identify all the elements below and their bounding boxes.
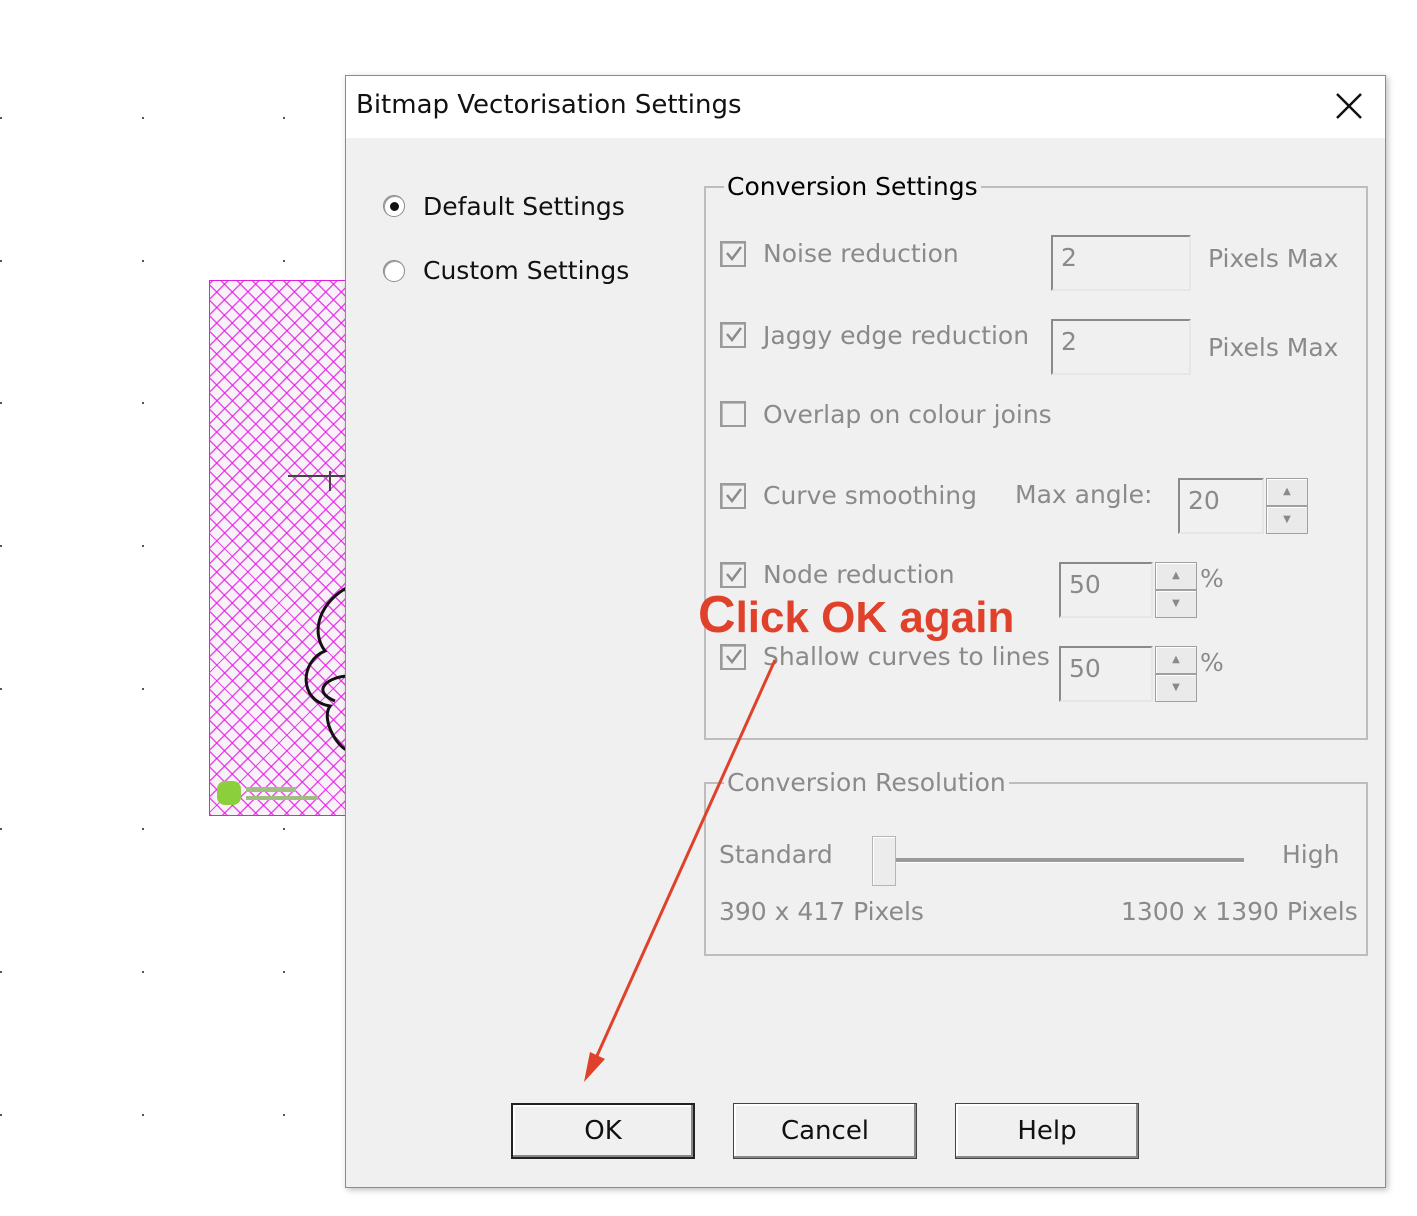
shallow-curves-label: Shallow curves to lines — [763, 642, 1050, 671]
spin-up-icon[interactable]: ▲ — [1266, 478, 1308, 506]
grid-dot — [0, 402, 2, 404]
grid-dot — [0, 260, 2, 262]
spin-up-icon[interactable]: ▲ — [1155, 562, 1197, 590]
grid-dot — [142, 260, 144, 262]
ok-button[interactable]: OK — [511, 1103, 695, 1159]
max-angle-spinner[interactable]: ▲ ▼ — [1266, 478, 1308, 534]
grid-dot — [283, 117, 285, 119]
curve-smoothing-checkbox[interactable] — [720, 483, 746, 509]
cancel-button[interactable]: Cancel — [733, 1103, 917, 1159]
spin-up-icon[interactable]: ▲ — [1155, 646, 1197, 674]
conversion-settings-legend: Conversion Settings — [724, 172, 981, 201]
annotation-text-first-letter: C — [698, 586, 736, 644]
resolution-standard-label: Standard — [719, 840, 833, 869]
grid-dot — [142, 402, 144, 404]
noise-reduction-unit: Pixels Max — [1208, 244, 1339, 273]
bitmap-drawing — [217, 471, 348, 805]
default-settings-radio[interactable] — [383, 195, 405, 217]
overlap-label: Overlap on colour joins — [763, 400, 1052, 429]
grid-dot — [283, 260, 285, 262]
jaggy-edge-unit: Pixels Max — [1208, 333, 1339, 362]
shallow-curves-checkbox[interactable] — [720, 644, 746, 670]
curve-smoothing-label: Curve smoothing — [763, 481, 977, 510]
grid-dot — [283, 828, 285, 830]
resolution-high-pixels: 1300 x 1390 Pixels — [1121, 897, 1358, 926]
grid-dot — [0, 828, 2, 830]
grid-dot — [283, 971, 285, 973]
grid-dot — [142, 971, 144, 973]
overlap-checkbox[interactable] — [720, 401, 746, 427]
grid-dot — [0, 117, 2, 119]
node-reduction-unit: % — [1200, 564, 1224, 593]
grid-dot — [0, 688, 2, 690]
shallow-curves-input[interactable]: 50 — [1059, 646, 1153, 702]
default-settings-label[interactable]: Default Settings — [423, 192, 625, 221]
grid-dot — [0, 545, 2, 547]
annotation-text: Click OK again — [698, 585, 1014, 645]
custom-settings-label[interactable]: Custom Settings — [423, 256, 629, 285]
custom-settings-radio[interactable] — [383, 260, 405, 282]
resolution-slider-thumb[interactable] — [872, 836, 896, 886]
jaggy-edge-checkbox[interactable] — [720, 322, 746, 348]
dialog-title: Bitmap Vectorisation Settings — [356, 90, 742, 120]
grid-dot — [142, 828, 144, 830]
grid-dot — [142, 117, 144, 119]
grid-dot — [283, 1114, 285, 1116]
max-angle-label: Max angle: — [1015, 480, 1153, 509]
title-bar: Bitmap Vectorisation Settings — [346, 76, 1385, 138]
bitmap-image — [209, 280, 349, 816]
jaggy-edge-label: Jaggy edge reduction — [763, 321, 1030, 350]
resolution-low-pixels: 390 x 417 Pixels — [719, 897, 924, 926]
resolution-high-label: High — [1282, 840, 1340, 869]
resolution-slider-track[interactable] — [884, 858, 1244, 863]
shallow-curves-unit: % — [1200, 648, 1224, 677]
noise-reduction-label: Noise reduction — [763, 239, 959, 268]
spin-down-icon[interactable]: ▼ — [1266, 506, 1308, 534]
radio-selected-dot — [390, 202, 399, 211]
grid-dot — [142, 688, 144, 690]
annotation-text-rest: lick OK again — [735, 593, 1015, 642]
noise-reduction-input[interactable]: 2 — [1051, 235, 1191, 291]
shallow-curves-spinner[interactable]: ▲ ▼ — [1155, 646, 1197, 702]
max-angle-input[interactable]: 20 — [1178, 478, 1264, 534]
conversion-resolution-legend: Conversion Resolution — [724, 768, 1009, 797]
grid-dot — [142, 1114, 144, 1116]
grid-dot — [0, 971, 2, 973]
spin-down-icon[interactable]: ▼ — [1155, 590, 1197, 618]
node-reduction-input[interactable]: 50 — [1059, 562, 1153, 618]
grid-dot — [142, 545, 144, 547]
noise-reduction-checkbox[interactable] — [720, 241, 746, 267]
help-button[interactable]: Help — [955, 1103, 1139, 1159]
close-icon[interactable] — [1331, 88, 1367, 124]
conversion-resolution-group: Conversion Resolution — [704, 768, 1368, 956]
node-reduction-spinner[interactable]: ▲ ▼ — [1155, 562, 1197, 618]
spin-down-icon[interactable]: ▼ — [1155, 674, 1197, 702]
jaggy-edge-input[interactable]: 2 — [1051, 319, 1191, 375]
grid-dot — [0, 1114, 2, 1116]
